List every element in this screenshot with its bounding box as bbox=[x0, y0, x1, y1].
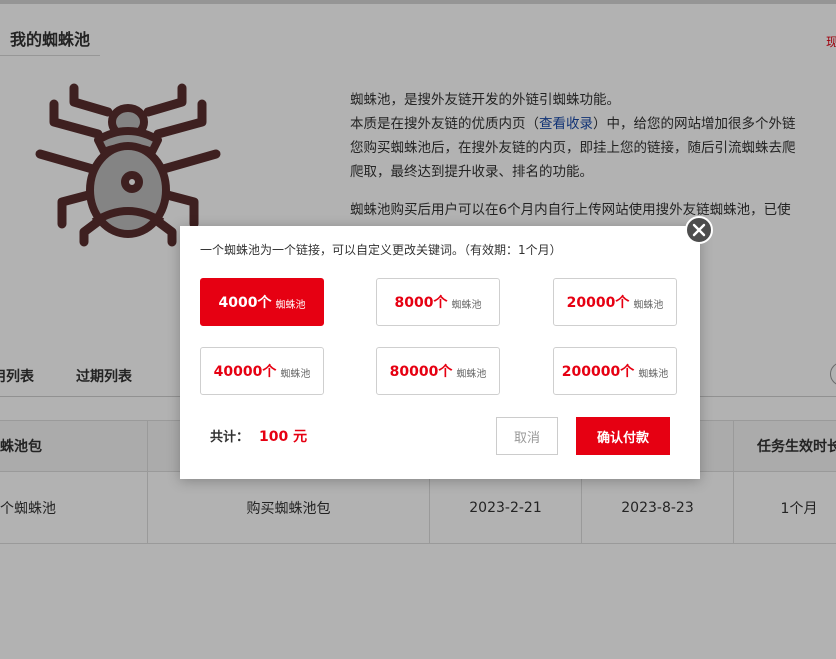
close-icon[interactable] bbox=[685, 216, 713, 244]
close-x-glyph bbox=[692, 223, 706, 237]
modal-description: 一个蜘蛛池为一个链接，可以自定义更改关键词。（有效期：1个月） bbox=[200, 243, 562, 257]
option-40000[interactable]: 40000个 蜘蛛池 bbox=[200, 347, 324, 395]
option-unit: 蜘蛛池 bbox=[456, 369, 487, 380]
option-unit: 蜘蛛池 bbox=[451, 300, 482, 311]
total-amount: 100 元 bbox=[259, 429, 308, 445]
option-80000[interactable]: 80000个 蜘蛛池 bbox=[376, 347, 500, 395]
option-count: 4000个 bbox=[218, 295, 272, 311]
option-count: 8000个 bbox=[394, 295, 448, 311]
total-label: 共计： bbox=[210, 430, 250, 445]
option-count: 40000个 bbox=[213, 364, 277, 380]
option-count: 80000个 bbox=[389, 364, 453, 380]
option-8000[interactable]: 8000个 蜘蛛池 bbox=[376, 278, 500, 326]
option-unit: 蜘蛛池 bbox=[638, 369, 669, 380]
option-count: 20000个 bbox=[566, 295, 630, 311]
option-unit: 蜘蛛池 bbox=[633, 300, 664, 311]
option-count: 200000个 bbox=[561, 364, 635, 380]
option-20000[interactable]: 20000个 蜘蛛池 bbox=[553, 278, 677, 326]
option-200000[interactable]: 200000个 蜘蛛池 bbox=[553, 347, 677, 395]
option-unit: 蜘蛛池 bbox=[275, 300, 306, 311]
total-summary: 共计： 100 元 bbox=[210, 426, 307, 446]
confirm-payment-button[interactable]: 确认付款 bbox=[576, 417, 670, 455]
option-4000[interactable]: 4000个 蜘蛛池 bbox=[200, 278, 324, 326]
purchase-modal: 一个蜘蛛池为一个链接，可以自定义更改关键词。（有效期：1个月） 4000个 蜘蛛池… bbox=[180, 226, 700, 479]
cancel-button[interactable]: 取消 bbox=[496, 417, 558, 455]
option-unit: 蜘蛛池 bbox=[280, 369, 311, 380]
